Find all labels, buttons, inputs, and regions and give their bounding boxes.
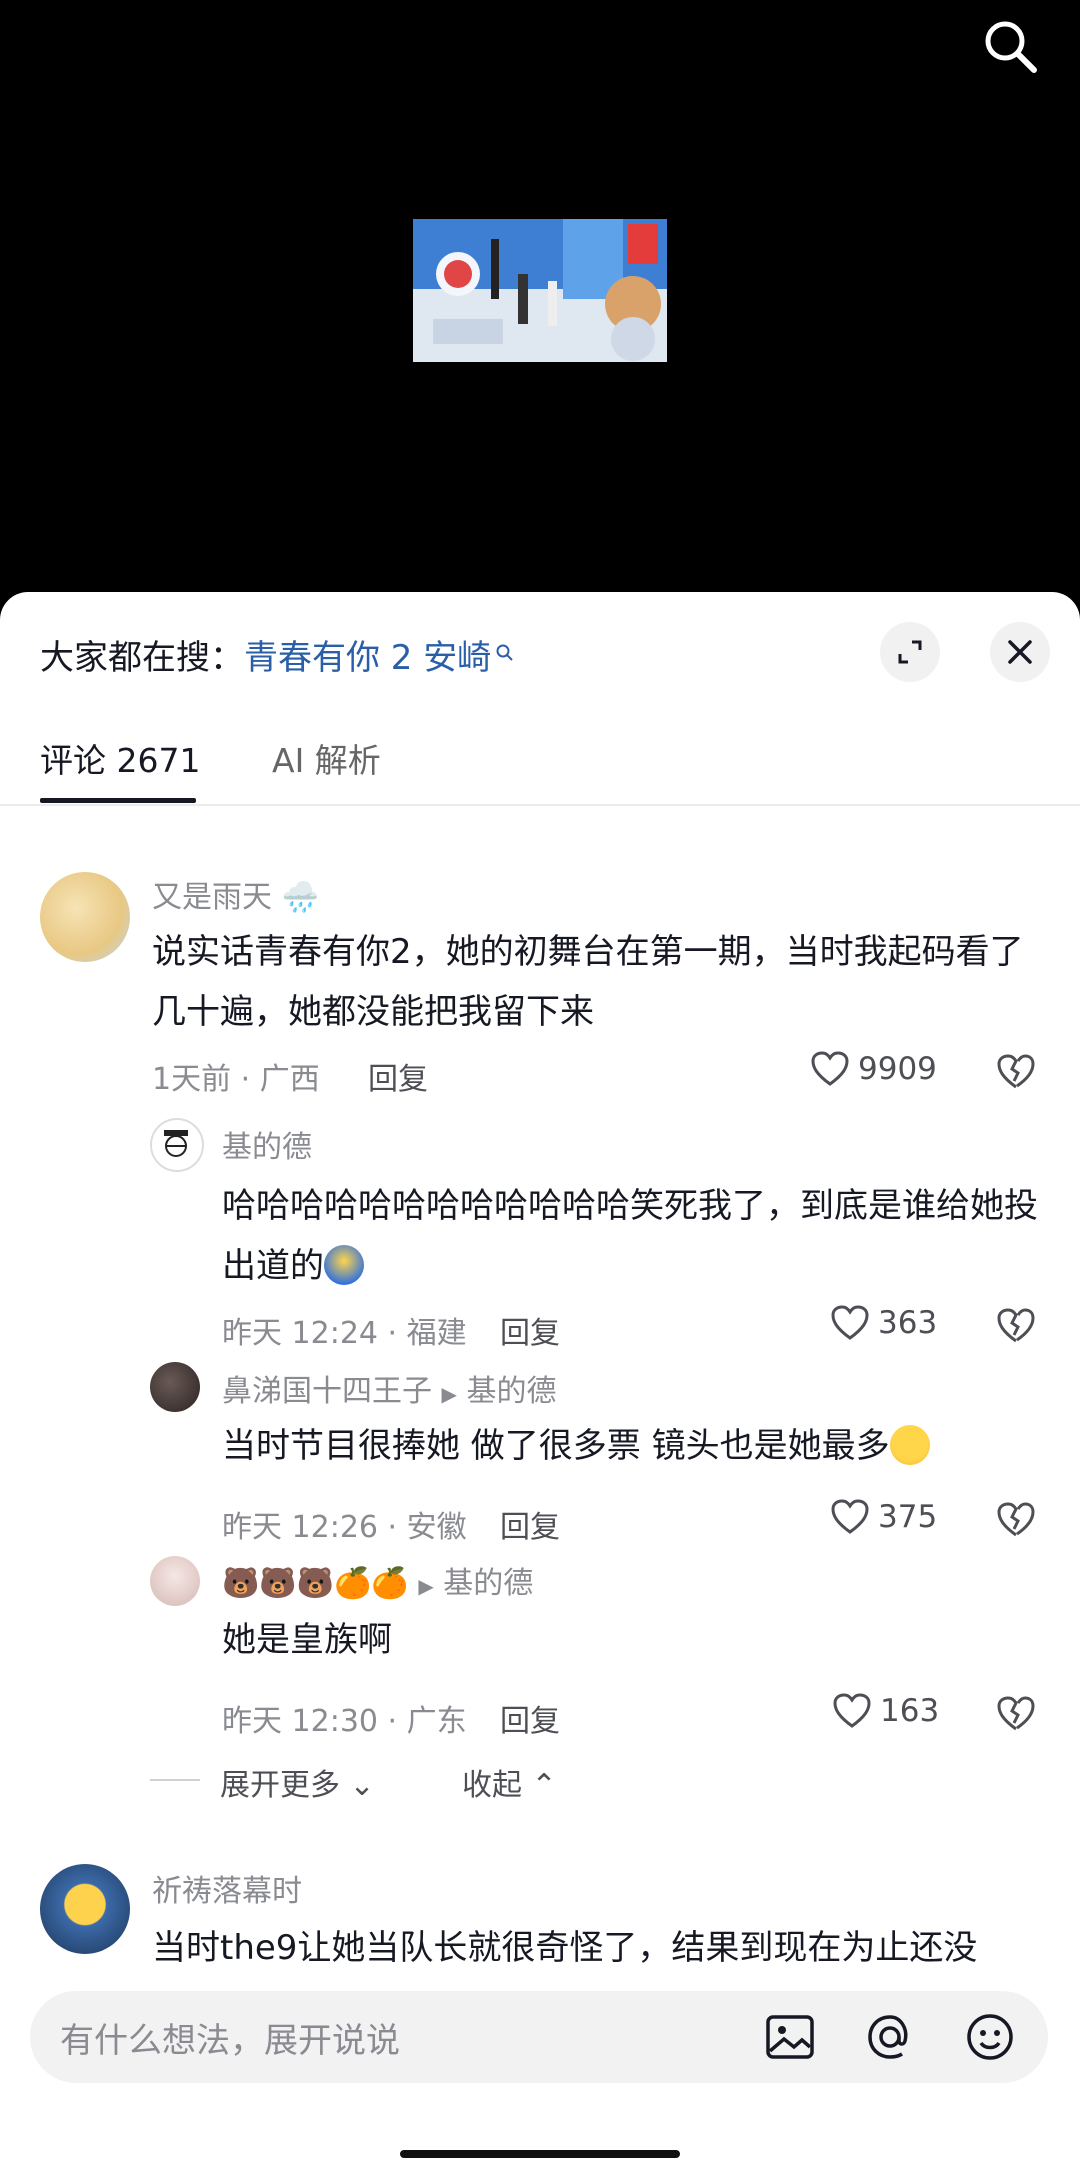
reply-button[interactable]: 回复	[500, 1696, 560, 1740]
heart-icon	[811, 1051, 849, 1086]
comment-input[interactable]: 有什么想法，展开说说	[30, 1991, 1048, 2083]
chevron-down-icon: ⌄	[349, 1768, 375, 1803]
broken-heart-icon[interactable]	[996, 1306, 1036, 1346]
heart-icon	[831, 1499, 869, 1534]
hot-search-bar[interactable]: 大家都在搜：青春有你 2 安崎	[40, 630, 515, 679]
heart-icon	[833, 1693, 871, 1728]
reply-username[interactable]: 基的德	[222, 1122, 312, 1166]
reply-text: 当时节目很捧她 做了很多票 镜头也是她最多	[222, 1416, 1042, 1476]
reply-meta: 昨天 12:26 · 安徽	[222, 1510, 467, 1545]
comment-username[interactable]: 祈祷落幕时	[152, 1866, 302, 1910]
avatar[interactable]	[150, 1118, 204, 1172]
avatar[interactable]	[40, 872, 130, 962]
laughing-emoji-icon	[324, 1245, 364, 1285]
reply-meta: 昨天 12:30 · 广东	[222, 1704, 467, 1739]
search-icon[interactable]	[978, 14, 1042, 78]
like-count: 363	[878, 1305, 938, 1341]
expand-sheet-button[interactable]	[880, 622, 940, 682]
broken-heart-icon[interactable]	[996, 1694, 1036, 1734]
play-arrow-icon: ▶	[441, 1382, 457, 1406]
like-button[interactable]: 363	[830, 1304, 937, 1342]
like-button[interactable]: 375	[830, 1498, 937, 1536]
comment-text: 当时the9让她当队长就很奇怪了，结果到现在为止还没	[152, 1928, 978, 1968]
hot-search-prefix: 大家都在搜：	[40, 638, 244, 678]
like-count: 9909	[858, 1051, 937, 1087]
like-count: 375	[878, 1499, 938, 1535]
broken-heart-icon[interactable]	[996, 1052, 1036, 1092]
expand-more-button[interactable]: 展开更多 ⌄	[220, 1760, 375, 1804]
avatar[interactable]	[150, 1556, 200, 1606]
video-area[interactable]	[0, 0, 1080, 600]
tab-bar: 评论 2671 AI 解析	[0, 714, 1080, 806]
reply-button[interactable]: 回复	[500, 1502, 560, 1546]
comment-sheet: 大家都在搜：青春有你 2 安崎 评论 2671 AI 解析 又是雨天 🌧️ 说实…	[0, 592, 1080, 2182]
home-indicator	[400, 2150, 680, 2158]
play-arrow-icon: ▶	[418, 1574, 434, 1598]
video-thumbnail[interactable]	[413, 219, 667, 362]
at-mention-icon[interactable]	[860, 2007, 920, 2067]
hot-search-keyword[interactable]: 青春有你 2 安崎	[244, 638, 491, 678]
divider-line	[150, 1779, 200, 1781]
reply-text: 她是皇族啊	[222, 1620, 392, 1660]
crying-laughing-emoji-icon	[889, 1425, 930, 1465]
chevron-up-icon: ⌃	[531, 1768, 557, 1803]
expand-icon	[898, 640, 922, 664]
tab-comments[interactable]: 评论 2671	[40, 734, 200, 782]
broken-heart-icon[interactable]	[996, 1500, 1036, 1540]
comment-meta: 1天前 · 广西	[152, 1062, 320, 1097]
close-button[interactable]	[990, 622, 1050, 682]
close-icon	[1008, 640, 1032, 664]
like-button[interactable]: 163	[832, 1692, 939, 1730]
comment-text: 说实话青春有你2，她的初舞台在第一期，当时我起码看了几十遍，她都没能把我留下来	[152, 932, 1024, 1032]
comment-input-placeholder: 有什么想法，展开说说	[60, 2021, 400, 2061]
reply-text: 哈哈哈哈哈哈哈哈哈哈哈哈笑死我了，到底是谁给她投出道的	[222, 1186, 1038, 1286]
emoji-icon[interactable]	[960, 2007, 1020, 2067]
comment-username[interactable]: 又是雨天 🌧️	[152, 872, 319, 916]
reply-username[interactable]: 鼻涕国十四王子 ▶ 基的德	[222, 1366, 556, 1410]
reply-username[interactable]: 🐻🐻🐻🍊🍊 ▶ 基的德	[222, 1558, 533, 1602]
like-count: 163	[880, 1693, 940, 1729]
avatar[interactable]	[150, 1362, 200, 1412]
small-search-icon	[496, 644, 513, 661]
tab-underline	[40, 798, 196, 803]
reply-button[interactable]: 回复	[500, 1308, 560, 1352]
collapse-button[interactable]: 收起 ⌃	[462, 1760, 557, 1804]
like-button[interactable]: 9909	[810, 1050, 937, 1088]
rain-cloud-icon: 🌧️	[281, 880, 319, 915]
heart-icon	[831, 1305, 869, 1340]
reply-meta: 昨天 12:24 · 福建	[222, 1316, 467, 1351]
tab-ai-analysis[interactable]: AI 解析	[272, 734, 381, 782]
image-icon[interactable]	[760, 2007, 820, 2067]
reply-button[interactable]: 回复	[368, 1054, 428, 1098]
avatar[interactable]	[40, 1864, 130, 1954]
